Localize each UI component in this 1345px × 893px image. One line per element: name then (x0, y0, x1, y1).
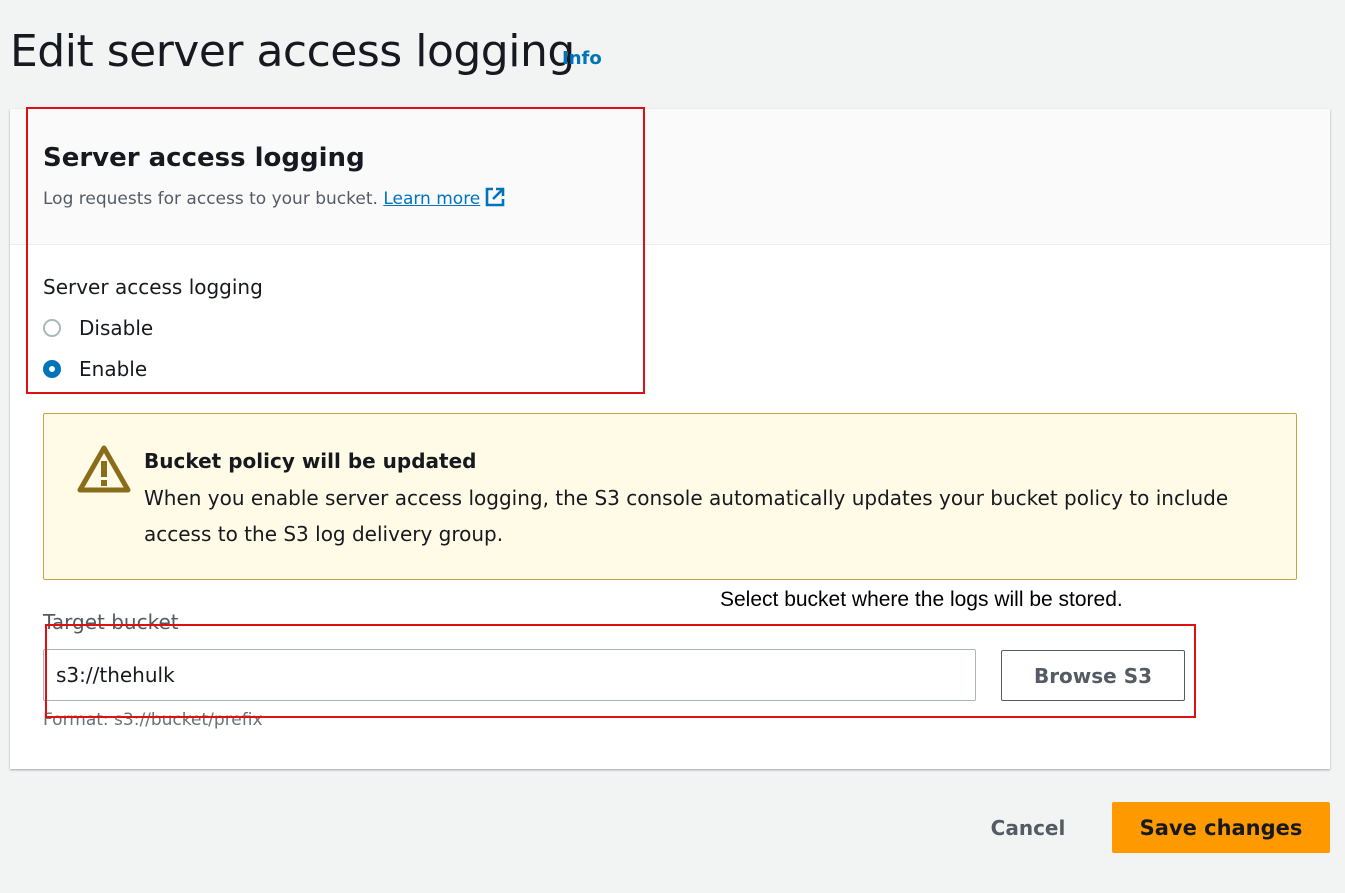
page-title: Edit server access logging (10, 26, 575, 77)
alert-title: Bucket policy will be updated (144, 449, 477, 473)
radio-disable[interactable]: Disable (43, 316, 153, 340)
radio-enable-label: Enable (79, 357, 148, 381)
bucket-policy-alert: Bucket policy will be updated When you e… (43, 413, 1297, 580)
logging-setting-label: Server access logging (43, 275, 263, 299)
save-changes-button[interactable]: Save changes (1112, 802, 1330, 853)
radio-enable[interactable]: Enable (43, 357, 147, 381)
radio-disable-circle[interactable] (43, 319, 61, 337)
learn-more-label: Learn more (383, 189, 481, 209)
external-link-icon (484, 186, 506, 213)
panel-description: Log requests for access to your bucket. … (43, 186, 506, 213)
info-link[interactable]: Info (562, 48, 602, 69)
browse-s3-button[interactable]: Browse S3 (1001, 650, 1185, 701)
format-hint: Format: s3://bucket/prefix (43, 710, 263, 730)
radio-enable-circle[interactable] (43, 360, 61, 378)
radio-disable-label: Disable (79, 316, 154, 340)
panel-header: Server access logging Log requests for a… (10, 109, 1330, 245)
target-bucket-input[interactable] (43, 649, 976, 701)
cancel-button[interactable]: Cancel (963, 802, 1093, 853)
server-access-logging-panel: Server access logging Log requests for a… (10, 109, 1330, 769)
learn-more-link[interactable]: Learn more (383, 187, 506, 209)
alert-body: When you enable server access logging, t… (144, 486, 1229, 546)
warning-icon (77, 444, 131, 498)
panel-title: Server access logging (43, 143, 365, 173)
target-bucket-label: Target bucket (43, 610, 179, 634)
annotation-text: Select bucket where the logs will be sto… (720, 588, 1123, 611)
panel-description-text: Log requests for access to your bucket. (43, 189, 378, 209)
